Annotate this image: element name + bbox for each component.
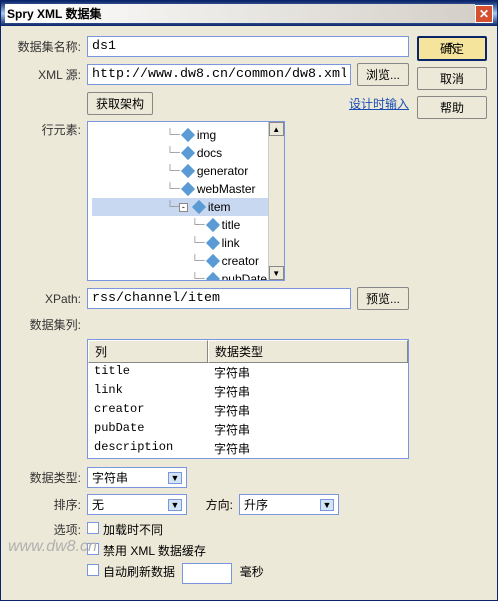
diamond-icon: [181, 146, 195, 160]
label-options: 选项:: [11, 521, 81, 538]
diamond-icon: [192, 200, 206, 214]
col-header-name[interactable]: 列: [88, 340, 208, 363]
get-schema-button[interactable]: 获取架构: [87, 92, 153, 115]
design-input-link[interactable]: 设计时输入: [349, 95, 409, 112]
cancel-button[interactable]: 取消: [417, 67, 487, 90]
scroll-down-icon[interactable]: ▼: [269, 266, 284, 280]
label-datatype: 数据类型:: [11, 469, 81, 486]
diamond-icon: [206, 254, 220, 268]
sort-select[interactable]: 无 ▼: [87, 494, 187, 515]
scroll-up-icon[interactable]: ▲: [269, 122, 284, 136]
scrollbar[interactable]: ▲ ▼: [268, 122, 284, 280]
tree-node-docs[interactable]: └─docs: [92, 144, 280, 162]
diamond-icon: [181, 128, 195, 142]
checkbox-diffonload[interactable]: [87, 522, 99, 534]
tree-node-pubDate[interactable]: └─pubDate: [92, 270, 280, 281]
diamond-icon: [206, 236, 220, 250]
table-row[interactable]: pubDate字符串: [88, 420, 408, 439]
watermark: www.dw8.cn: [8, 538, 97, 556]
col-header-type[interactable]: 数据类型: [208, 340, 408, 363]
diamond-icon: [181, 182, 195, 196]
tree-node-img[interactable]: └─img: [92, 126, 280, 144]
close-icon[interactable]: ✕: [475, 5, 493, 23]
tree-node-item[interactable]: └─-item: [92, 198, 280, 216]
table-row[interactable]: creator字符串: [88, 401, 408, 420]
table-row[interactable]: description字符串: [88, 439, 408, 458]
schema-tree[interactable]: └─img └─docs └─generator └─webMaster └─-…: [87, 121, 285, 281]
datatype-select[interactable]: 字符串 ▼: [87, 467, 187, 488]
chevron-down-icon[interactable]: ▼: [320, 499, 334, 511]
preview-button[interactable]: 预览...: [357, 287, 409, 310]
diamond-icon: [206, 218, 220, 232]
direction-select[interactable]: 升序 ▼: [239, 494, 339, 515]
label-xpath: XPath:: [11, 292, 81, 306]
expander-icon[interactable]: -: [179, 203, 188, 212]
diamond-icon: [206, 272, 220, 281]
table-row[interactable]: link字符串: [88, 382, 408, 401]
columns-table[interactable]: 列 数据类型 title字符串link字符串creator字符串pubDate字…: [87, 339, 409, 459]
tree-node-link[interactable]: └─link: [92, 234, 280, 252]
tree-node-webMaster[interactable]: └─webMaster: [92, 180, 280, 198]
chevron-down-icon[interactable]: ▼: [168, 499, 182, 511]
xpath-input[interactable]: [87, 288, 351, 309]
dialog-title: Spry XML 数据集: [5, 4, 475, 23]
diamond-icon: [181, 164, 195, 178]
tree-node-creator[interactable]: └─creator: [92, 252, 280, 270]
table-row[interactable]: title字符串: [88, 363, 408, 382]
chevron-down-icon[interactable]: ▼: [168, 472, 182, 484]
browse-button[interactable]: 浏览...: [357, 63, 409, 86]
label-xmlsrc: XML 源:: [11, 66, 81, 83]
label-rowelem: 行元素:: [11, 121, 81, 138]
ok-button[interactable]: 确定: [417, 36, 487, 61]
xml-source-input[interactable]: [87, 64, 351, 85]
help-button[interactable]: 帮助: [417, 96, 487, 119]
label-sort: 排序:: [11, 496, 81, 513]
titlebar: Spry XML 数据集 ✕: [1, 1, 497, 26]
refresh-interval-input[interactable]: [182, 563, 232, 584]
label-dsname: 数据集名称:: [11, 38, 81, 55]
checkbox-autorefresh[interactable]: [87, 564, 99, 576]
tree-node-generator[interactable]: └─generator: [92, 162, 280, 180]
tree-node-title[interactable]: └─title: [92, 216, 280, 234]
label-dscols: 数据集列:: [11, 316, 81, 333]
label-direction: 方向:: [193, 496, 233, 513]
dataset-name-input[interactable]: [87, 36, 409, 57]
